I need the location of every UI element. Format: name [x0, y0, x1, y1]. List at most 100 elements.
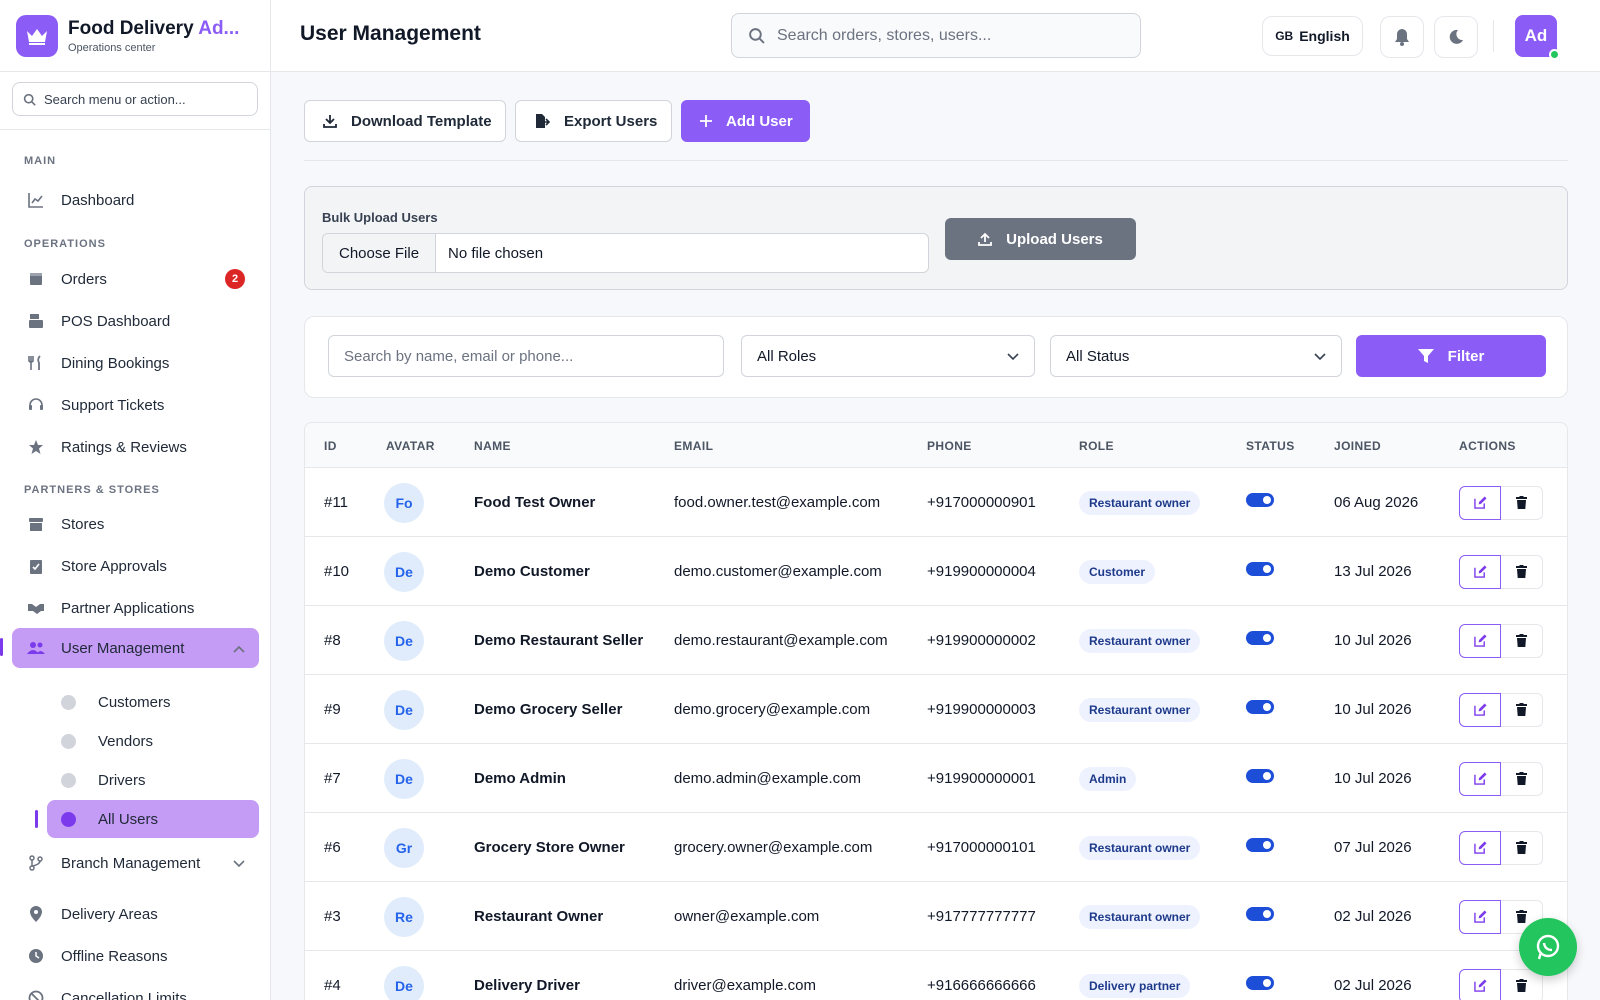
sidebar-item-label: Delivery Areas [61, 905, 158, 923]
user-id: #3 [324, 908, 341, 925]
language-selector[interactable]: GB English [1262, 16, 1363, 56]
column-header-joined: JOINED [1334, 439, 1382, 453]
user-id: #9 [324, 701, 341, 718]
role-badge: Restaurant owner [1079, 490, 1201, 515]
delete-user-button[interactable] [1501, 761, 1543, 796]
users-icon [26, 641, 46, 655]
file-input[interactable]: Choose File No file chosen [322, 233, 929, 273]
table-row: #6 Gr Grocery Store Owner grocery.owner@exa… [305, 813, 1567, 882]
column-header-phone: PHONE [927, 439, 972, 453]
global-search-input[interactable]: Search orders, stores, users... [731, 13, 1141, 58]
user-email: owner@example.com [674, 908, 820, 925]
status-toggle[interactable] [1246, 975, 1274, 990]
joined-date: 10 Jul 2026 [1334, 701, 1412, 718]
whatsapp-chat-button[interactable] [1519, 918, 1577, 976]
notifications-button[interactable] [1380, 16, 1424, 58]
status-toggle[interactable] [1246, 630, 1274, 645]
edit-user-button[interactable] [1459, 968, 1501, 1000]
user-phone: +917777777777 [927, 908, 1036, 925]
user-phone: +919900000002 [927, 632, 1036, 649]
user-search-input[interactable]: Search by name, email or phone... [328, 335, 724, 377]
choose-file-button[interactable]: Choose File [323, 234, 437, 272]
delete-user-button[interactable] [1501, 692, 1543, 727]
edit-user-button[interactable] [1459, 692, 1501, 727]
sidebar-item-cancellation-limits[interactable]: Cancellation Limits [12, 978, 259, 1000]
dark-mode-toggle[interactable] [1434, 16, 1478, 58]
brand[interactable]: Food Delivery Ad... Operations center [0, 0, 270, 72]
delete-user-button[interactable] [1501, 554, 1543, 589]
avatar: Fo [384, 482, 424, 523]
filter-button[interactable]: Filter [1356, 335, 1546, 377]
table-row: #8 De Demo Restaurant Seller demo.restauran… [305, 606, 1567, 675]
edit-icon [1473, 565, 1487, 578]
sidebar-item-orders[interactable]: Orders 2 [12, 259, 259, 299]
sidebar-item-store-approvals[interactable]: Store Approvals [12, 546, 259, 586]
sidebar-search-input[interactable]: Search menu or action... [12, 82, 258, 116]
user-phone: +917000000101 [927, 839, 1036, 856]
trash-icon [1516, 910, 1527, 923]
edit-user-button[interactable] [1459, 485, 1501, 520]
download-template-button[interactable]: Download Template [304, 100, 506, 142]
joined-date: 02 Jul 2026 [1334, 908, 1412, 925]
edit-user-button[interactable] [1459, 554, 1501, 589]
status-toggle[interactable] [1246, 906, 1274, 921]
add-user-button[interactable]: Add User [681, 100, 810, 142]
section-main: MAIN [24, 155, 57, 167]
trash-icon [1516, 841, 1527, 854]
upload-users-button[interactable]: Upload Users [945, 218, 1136, 260]
file-name-text: No file chosen [448, 244, 544, 262]
status-select[interactable]: All Status [1050, 335, 1342, 377]
sidebar-item-dining[interactable]: Dining Bookings [12, 343, 259, 383]
avatar: Re [384, 896, 424, 937]
status-toggle[interactable] [1246, 561, 1274, 576]
status-toggle[interactable] [1246, 492, 1274, 507]
user-avatar[interactable]: Ad [1515, 15, 1560, 60]
sidebar-item-pos[interactable]: POS Dashboard [12, 301, 259, 341]
role-select[interactable]: All Roles [741, 335, 1035, 377]
delete-user-button[interactable] [1501, 623, 1543, 658]
table-row: #7 De Demo Admin demo.admin@example.com +919… [305, 744, 1567, 813]
edit-user-button[interactable] [1459, 899, 1501, 934]
status-toggle[interactable] [1246, 699, 1274, 714]
user-name: Delivery Driver [474, 977, 580, 994]
status-toggle[interactable] [1246, 768, 1274, 783]
sidebar-item-dashboard[interactable]: Dashboard [12, 180, 259, 220]
sidebar-item-ratings[interactable]: Ratings & Reviews [12, 427, 259, 467]
export-users-button[interactable]: Export Users [515, 100, 672, 142]
sidebar-subitem-all-users[interactable]: All Users [47, 800, 259, 838]
user-phone: +919900000004 [927, 563, 1036, 580]
delete-user-button[interactable] [1501, 830, 1543, 865]
dot-icon [61, 733, 76, 749]
chevron-down-icon [1007, 348, 1019, 365]
clock-icon [26, 948, 46, 964]
sidebar-item-stores[interactable]: Stores [12, 504, 259, 544]
search-icon [23, 93, 36, 106]
headset-icon [26, 397, 46, 413]
delete-user-button[interactable] [1501, 485, 1543, 520]
sidebar-item-label: Dashboard [61, 191, 135, 209]
sidebar-item-branch-management[interactable]: Branch Management [12, 843, 259, 883]
star-icon [26, 439, 46, 455]
brand-title: Food Delivery Ad... [68, 17, 240, 39]
edit-icon [1473, 910, 1487, 923]
sidebar-item-support[interactable]: Support Tickets [12, 385, 259, 425]
sidebar-item-partner-applications[interactable]: Partner Applications [12, 588, 259, 628]
status-toggle[interactable] [1246, 837, 1274, 852]
edit-user-button[interactable] [1459, 623, 1501, 658]
sidebar-item-user-management[interactable]: User Management [12, 628, 259, 668]
table-row: #3 Re Restaurant Owner owner@example.com +91… [305, 882, 1567, 951]
edit-user-button[interactable] [1459, 830, 1501, 865]
sidebar-subitem-vendors[interactable]: Vendors [47, 722, 259, 760]
avatar: De [384, 620, 424, 661]
sidebar-item-delivery-areas[interactable]: Delivery Areas [12, 894, 259, 934]
store-icon [26, 516, 46, 532]
edit-user-button[interactable] [1459, 761, 1501, 796]
user-name: Restaurant Owner [474, 908, 604, 925]
sidebar-item-label: Cancellation Limits [61, 989, 187, 1000]
online-status-dot [1549, 49, 1560, 60]
bulk-upload-label: Bulk Upload Users [322, 210, 438, 225]
sidebar-item-offline-reasons[interactable]: Offline Reasons [12, 936, 259, 976]
moon-icon [1449, 29, 1463, 44]
sidebar-subitem-drivers[interactable]: Drivers [47, 761, 259, 799]
sidebar-subitem-customers[interactable]: Customers [47, 683, 259, 721]
